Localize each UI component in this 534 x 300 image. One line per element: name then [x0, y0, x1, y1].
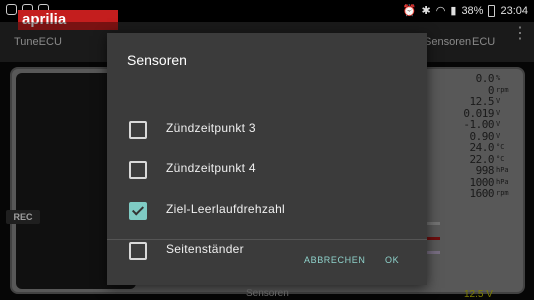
dialog-title: Sensoren	[127, 52, 187, 68]
alarm-icon: ⏰	[402, 5, 417, 17]
gallery-icon	[6, 4, 17, 15]
checkbox[interactable]	[129, 161, 147, 179]
clock: 23:04	[500, 4, 528, 17]
checkbox[interactable]	[129, 242, 147, 260]
battery-percent: 38%	[461, 4, 484, 17]
battery-icon	[488, 4, 496, 17]
option-label: Ziel-Leerlaufdrehzahl	[166, 202, 286, 216]
option-label: Seitenständer	[166, 242, 244, 256]
checkbox[interactable]	[129, 121, 147, 139]
option-zuendzeitpunkt-3[interactable]: Zündzeitpunkt 3	[107, 109, 427, 149]
sensor-select-dialog: Sensoren Zündzeitpunkt 3 Zündzeitpunkt 4…	[107, 33, 427, 285]
status-icons: ⏰ ✱ ◠ ▮ 38% 23:04	[403, 4, 528, 17]
bluetooth-icon: ✱	[421, 5, 431, 17]
option-ziel-leerlaufdrehzahl[interactable]: Ziel-Leerlaufdrehzahl	[107, 190, 427, 230]
cancel-button[interactable]: ABBRECHEN	[304, 255, 365, 265]
option-zuendzeitpunkt-4[interactable]: Zündzeitpunkt 4	[107, 149, 427, 189]
checkbox-checked[interactable]	[129, 202, 147, 220]
signal-icon: ▮	[450, 5, 457, 17]
dialog-divider	[107, 239, 427, 240]
ok-button[interactable]: OK	[385, 255, 399, 265]
option-label: Zündzeitpunkt 4	[166, 161, 256, 175]
wifi-icon: ◠	[435, 5, 446, 17]
option-label: Zündzeitpunkt 3	[166, 121, 256, 135]
option-seitenstaender[interactable]: Seitenständer	[107, 230, 427, 270]
